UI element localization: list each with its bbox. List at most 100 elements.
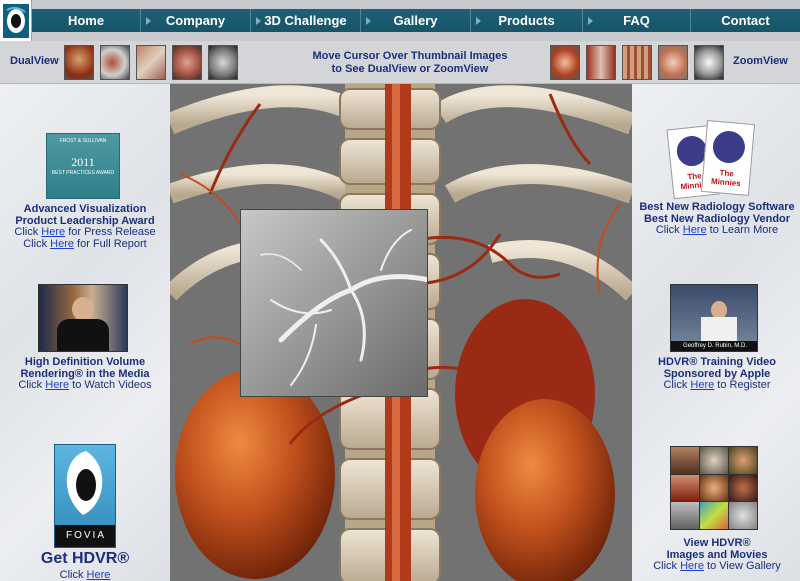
zoomview-thumb-5[interactable] [694, 45, 724, 80]
gallery-line-1: View HDVR® [683, 537, 751, 549]
dualview-thumb-1[interactable] [64, 45, 94, 80]
gallery-block: View HDVR® Images and Movies Click Here … [632, 537, 800, 573]
fovia-box-label: FOVIA [55, 525, 115, 547]
strip-instruction: Move Cursor Over Thumbnail Images to See… [280, 50, 540, 76]
gallery-thumb [671, 474, 699, 502]
main-nav: Home Company 3D Challenge Gallery Produc… [32, 0, 800, 41]
right-sidebar: The Minnies The Minnies Best New Radiolo… [632, 84, 800, 581]
click-text: Click [14, 226, 39, 238]
learn-more-line: Click Here to Learn More [632, 224, 800, 237]
instruction-line-2: to See DualView or ZoomView [331, 63, 489, 75]
gallery-thumb [700, 447, 728, 474]
award-line-1: Advanced Visualization [23, 203, 147, 215]
click-text: Click [653, 560, 678, 572]
get-hdvr-title[interactable]: Get HDVR® [0, 550, 170, 568]
training-block: HDVR® Training Video Sponsored by Apple … [632, 356, 800, 392]
badge-text: BEST PRACTICES AWARD [51, 170, 115, 176]
zoomview-thumb-1[interactable] [550, 45, 580, 80]
nav-arrow-icon [588, 17, 593, 25]
learn-more-link[interactable]: Here [683, 224, 707, 236]
press-release-link[interactable]: Here [41, 226, 65, 238]
nav-gallery[interactable]: Gallery [360, 9, 470, 32]
nav-3d-challenge[interactable]: 3D Challenge [250, 9, 360, 32]
minnies-seal-icon [711, 129, 747, 165]
dualview-thumb-4[interactable] [172, 45, 202, 80]
press-release-text: for Press Release [68, 226, 156, 238]
full-report-text: for Full Report [77, 237, 147, 250]
gallery-thumb [700, 502, 728, 529]
full-report-link[interactable]: Here [50, 238, 74, 250]
nav-home[interactable]: Home [32, 9, 140, 32]
dualview-thumb-2[interactable] [100, 45, 130, 80]
gallery-grid[interactable] [670, 446, 758, 530]
award-block: Advanced Visualization Product Leadershi… [0, 203, 170, 251]
nav-arrow-icon [366, 17, 371, 25]
nav-products[interactable]: Products [470, 9, 582, 32]
fovia-logo[interactable] [0, 0, 32, 41]
nav-arrow-icon [256, 17, 261, 25]
logo-swirl-icon [2, 3, 29, 38]
nav-products-label: Products [498, 13, 555, 28]
minnies-card-2[interactable]: The Minnies [700, 120, 756, 196]
nav-company-label: Company [165, 13, 226, 28]
anchor-head [72, 297, 94, 321]
nav-home-label: Home [67, 13, 105, 28]
nav-contact-label: Contact [721, 13, 770, 28]
watch-videos-line: Click Here to Watch Videos [0, 379, 170, 392]
zoomview-label: ZoomView [733, 55, 788, 67]
nav-faq[interactable]: FAQ [582, 9, 690, 32]
nav-3d-challenge-label: 3D Challenge [264, 13, 347, 28]
nav-faq-label: FAQ [623, 13, 650, 28]
fovia-swirl-icon [66, 451, 103, 515]
register-text: to Register [717, 379, 771, 391]
fovia-product-box[interactable]: FOVIA [54, 444, 116, 548]
zoomview-thumb-3[interactable] [622, 45, 652, 80]
watch-videos-link[interactable]: Here [45, 379, 69, 391]
thumbnail-strip: DualView Move Cursor Over Thumbnail Imag… [0, 41, 800, 84]
watch-videos-text: to Watch Videos [72, 379, 152, 391]
minnies-card-text: The Minnies [710, 168, 742, 189]
left-sidebar: FROST & SULLIVAN 2011 BEST PRACTICES AWA… [0, 84, 170, 581]
dualview-thumb-3[interactable] [136, 45, 166, 80]
dualview-overlay-image [240, 209, 428, 397]
badge-top-text: FROST & SULLIVAN [59, 138, 107, 144]
dualview-label: DualView [10, 55, 59, 67]
register-line: Click Here to Register [632, 379, 800, 392]
nav-company[interactable]: Company [140, 9, 250, 32]
click-text: Click [663, 379, 688, 391]
gallery-thumb [729, 474, 757, 502]
dualview-thumb-5[interactable] [208, 45, 238, 80]
nav-arrow-icon [476, 17, 481, 25]
click-text: Click [655, 224, 680, 236]
media-block: High Definition Volume Rendering® in the… [0, 356, 170, 392]
nav-contact[interactable]: Contact [690, 9, 800, 32]
get-hdvr-link-line: Click Here [0, 569, 170, 581]
instruction-line-1: Move Cursor Over Thumbnail Images [312, 50, 508, 62]
gallery-thumb [671, 447, 699, 474]
hdvr-render-image [170, 84, 632, 581]
zoomview-thumb-2[interactable] [586, 45, 616, 80]
award-badge[interactable]: FROST & SULLIVAN 2011 BEST PRACTICES AWA… [46, 133, 120, 199]
gallery-thumb [729, 447, 757, 474]
register-link[interactable]: Here [690, 379, 714, 391]
click-text: Click [18, 379, 43, 391]
minnies-line-1: Best New Radiology Software [639, 201, 795, 213]
training-video-thumb[interactable]: Geoffrey D. Rubin, M.D. [670, 284, 758, 352]
video-caption: Geoffrey D. Rubin, M.D. [671, 341, 757, 351]
full-report-line: Click Here for Full Report [0, 237, 170, 251]
media-line-1: High Definition Volume [24, 356, 146, 368]
view-gallery-link[interactable]: Here [680, 560, 704, 572]
view-gallery-text: to View Gallery [707, 560, 781, 572]
get-hdvr-link[interactable]: Here [87, 569, 111, 581]
nav-arrow-icon [146, 17, 151, 25]
nav-gallery-label: Gallery [393, 13, 438, 28]
gallery-thumb [729, 502, 757, 529]
click-text: Click [59, 569, 84, 581]
view-gallery-line: Click Here to View Gallery [632, 560, 800, 573]
badge-year: 2011 [71, 155, 95, 169]
media-video-thumb[interactable] [38, 284, 128, 352]
training-line-1: HDVR® Training Video [658, 356, 776, 368]
anchor-suit [57, 319, 109, 351]
zoomview-thumb-4[interactable] [658, 45, 688, 80]
presenter-shirt [701, 317, 737, 343]
